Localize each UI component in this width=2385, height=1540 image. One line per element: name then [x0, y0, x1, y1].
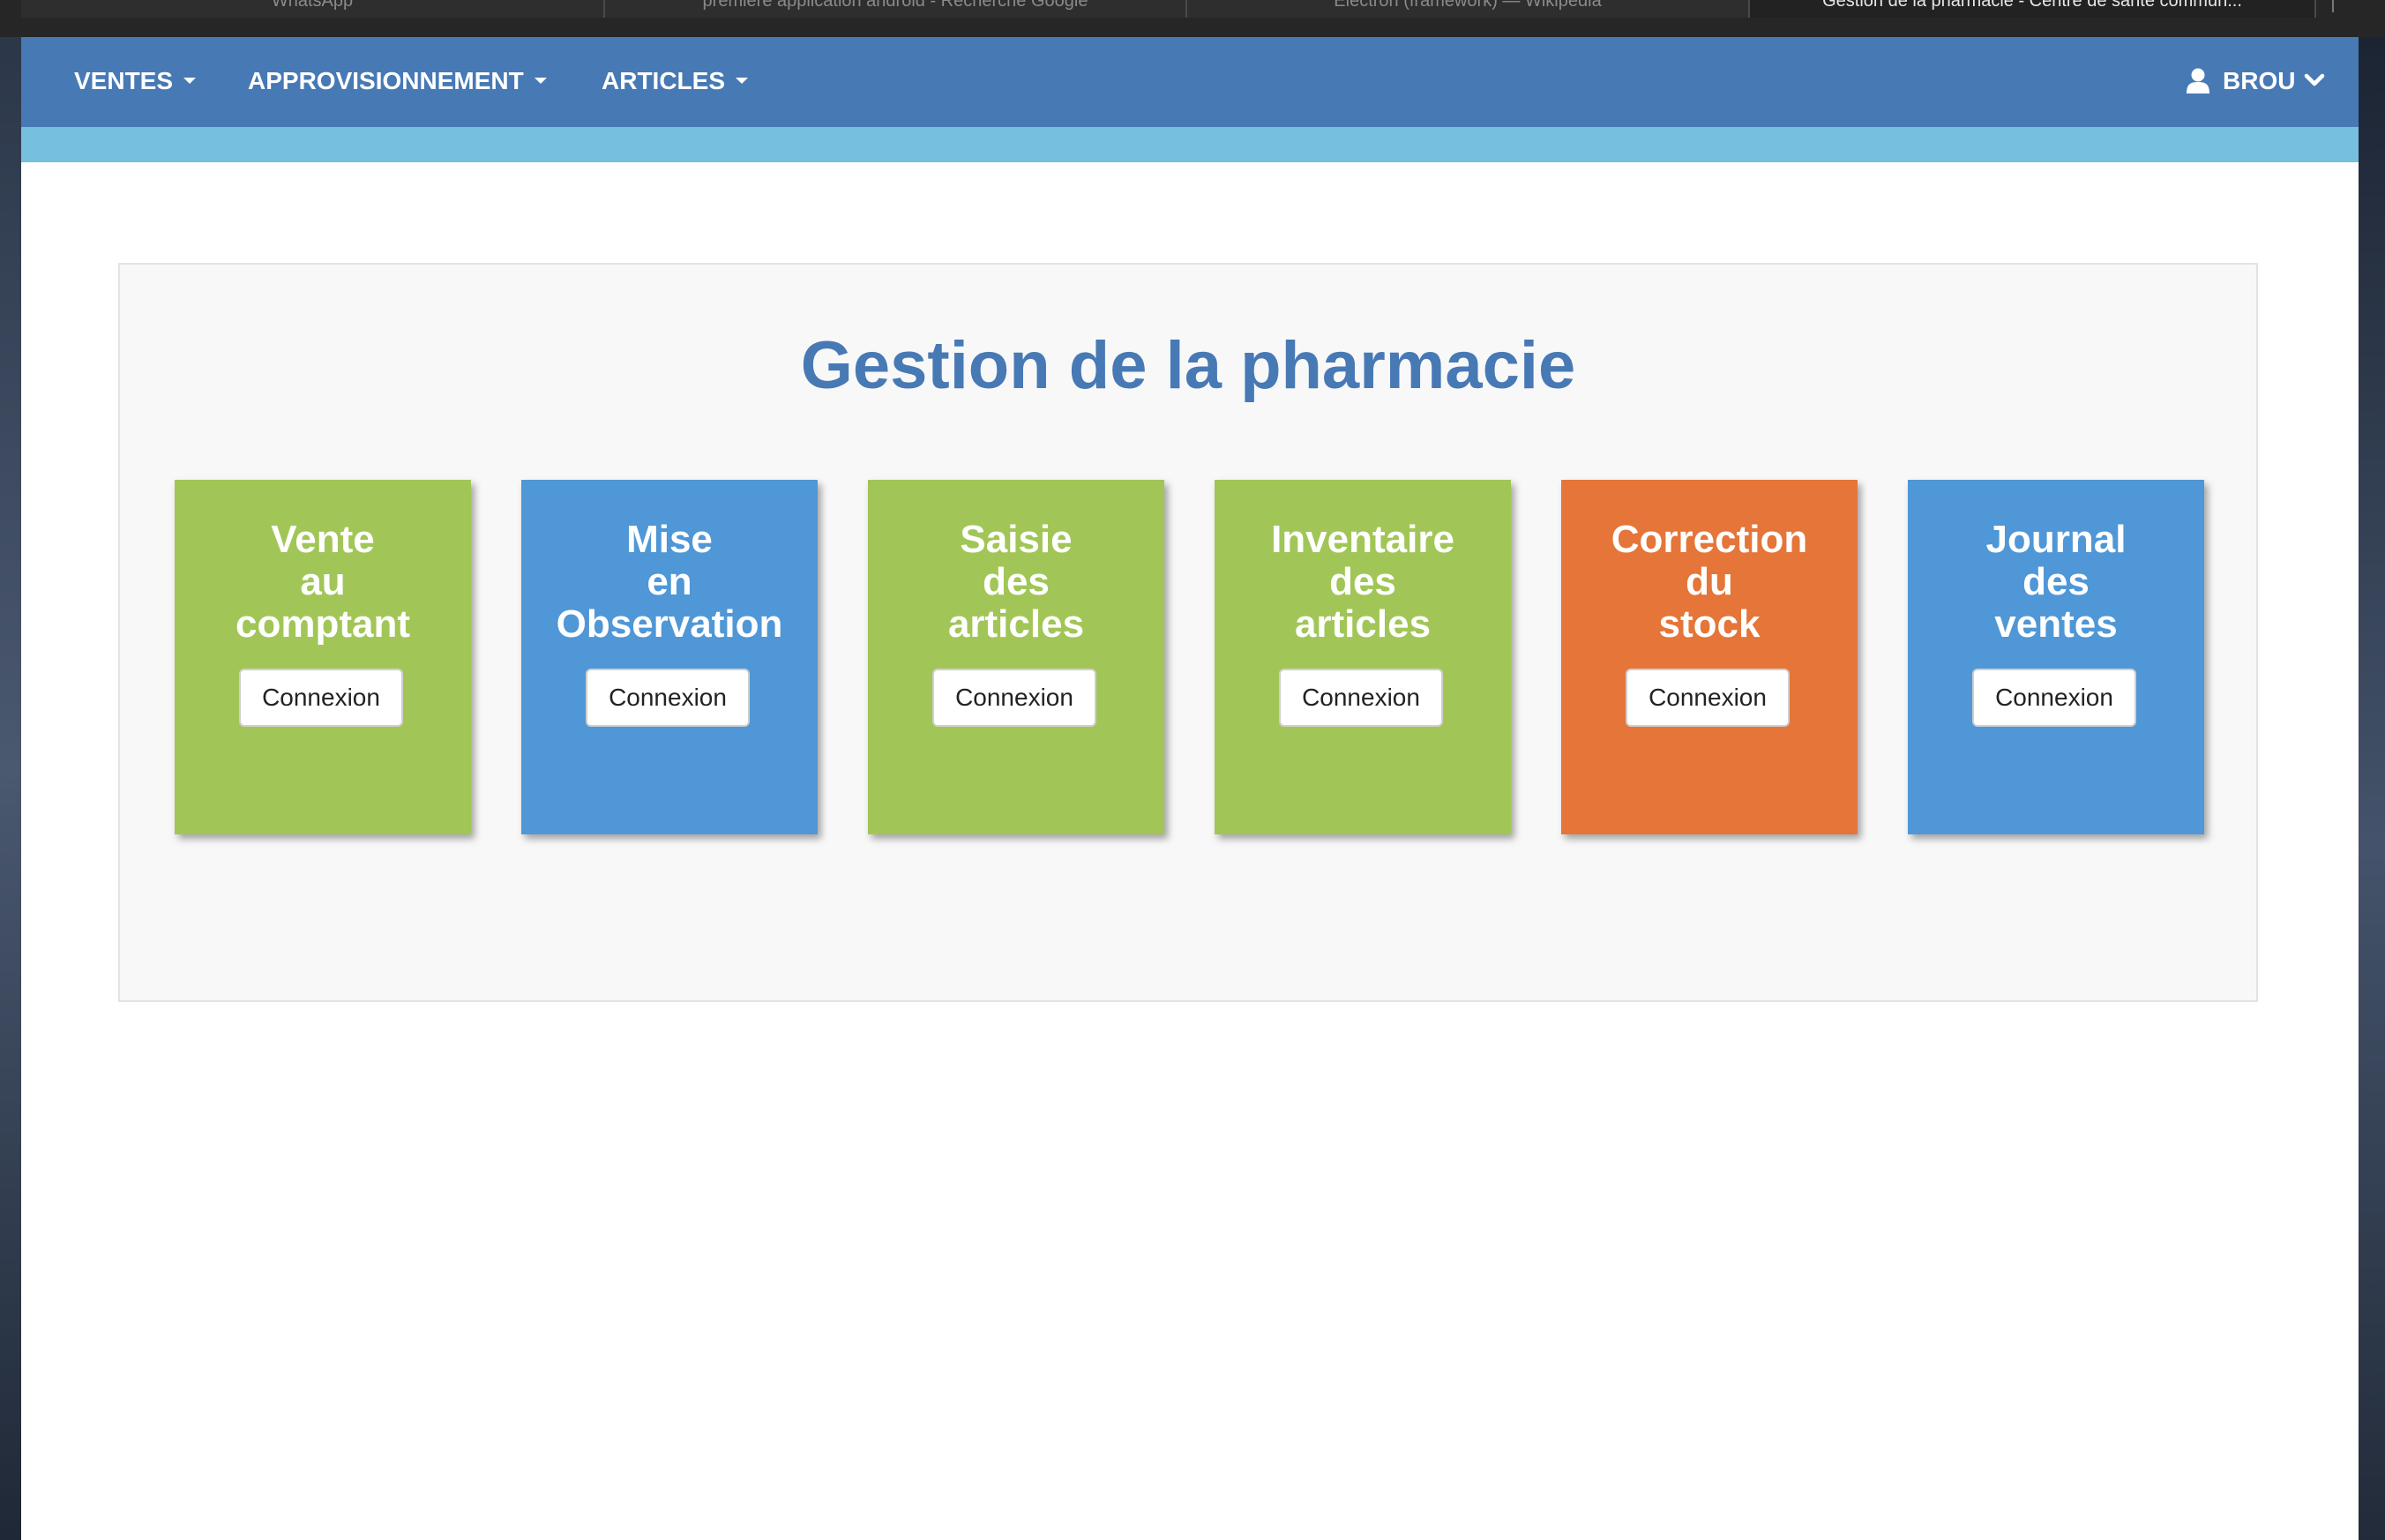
card-title: Vente au comptant — [175, 519, 471, 646]
connexion-button[interactable]: Connexion — [932, 669, 1096, 727]
card-title: Mise en Observation — [521, 519, 818, 646]
card-title-line: au — [300, 560, 346, 603]
card-correction-du-stock: Correction du stock Connexion — [1561, 480, 1858, 834]
user-icon — [2187, 68, 2209, 93]
card-title-line: des — [1329, 560, 1396, 603]
caret-down-icon — [736, 78, 748, 85]
card-title-line: comptant — [236, 602, 410, 646]
nav-menu-label: APPROVISIONNEMENT — [248, 67, 524, 94]
card-journal-des-ventes: Journal des ventes Connexion — [1908, 480, 2204, 834]
tab-label: première application android - Recherche… — [702, 0, 1088, 11]
card-title-line: Journal — [1985, 518, 2127, 561]
browser-tab-bar: WhatsApp première application android - … — [0, 0, 2385, 37]
browser-tab-pharmacie[interactable]: Gestion de la pharmacie - Centre de sant… — [1750, 0, 2316, 18]
card-title-line: Inventaire — [1271, 518, 1454, 561]
app-window: VENTES APPROVISIONNEMENT ARTICLES BROU G… — [21, 37, 2359, 1540]
card-title: Correction du stock — [1561, 519, 1858, 646]
card-title: Inventaire des articles — [1215, 519, 1511, 646]
desktop-background-right — [2359, 0, 2385, 1540]
connexion-button[interactable]: Connexion — [1626, 669, 1790, 727]
card-saisie-des-articles: Saisie des articles Connexion — [868, 480, 1164, 834]
tab-label: Electron (framework) — Wikipédia — [1334, 0, 1602, 11]
card-title-line: stock — [1658, 602, 1761, 646]
card-title-line: articles — [947, 602, 1085, 646]
nav-menu-ventes[interactable]: VENTES — [74, 66, 197, 96]
browser-tab-wikipedia[interactable]: Electron (framework) — Wikipédia — [1187, 0, 1750, 18]
card-vente-au-comptant: Vente au comptant Connexion — [175, 480, 471, 834]
chevron-down-icon — [2305, 73, 2325, 86]
card-title-line: articles — [1294, 602, 1432, 646]
desktop-background-left — [0, 0, 21, 1540]
main-panel: Gestion de la pharmacie Vente au comptan… — [118, 263, 2258, 1002]
card-title-line: du — [1686, 560, 1733, 603]
connexion-button[interactable]: Connexion — [586, 669, 750, 727]
caret-down-icon — [183, 78, 197, 85]
nav-menu-label: VENTES — [74, 67, 174, 94]
card-title-line: des — [2022, 560, 2090, 603]
card-title: Saisie des articles — [868, 519, 1164, 646]
card-title: Journal des ventes — [1908, 519, 2204, 646]
nav-menu-label: ARTICLES — [602, 67, 725, 94]
user-name: BROU — [2223, 67, 2296, 94]
caret-down-icon — [534, 78, 547, 85]
sub-navbar — [21, 127, 2359, 162]
connexion-button[interactable]: Connexion — [239, 669, 403, 727]
card-title-line: en — [647, 560, 692, 603]
page-title: Gestion de la pharmacie — [800, 328, 1576, 403]
card-title-line: Mise — [626, 518, 713, 561]
tab-label: WhatsApp — [271, 0, 354, 11]
card-title-line: Saisie — [960, 518, 1073, 561]
top-navbar: VENTES APPROVISIONNEMENT ARTICLES BROU — [21, 37, 2359, 127]
connexion-button[interactable]: Connexion — [1972, 669, 2136, 727]
browser-tab-whatsapp[interactable]: WhatsApp — [21, 0, 605, 18]
card-title-line: des — [983, 560, 1050, 603]
card-title-line: ventes — [1994, 602, 2118, 646]
card-title-line: Observation — [556, 602, 783, 646]
card-inventaire-des-articles: Inventaire des articles Connexion — [1215, 480, 1511, 834]
browser-tab-google-search[interactable]: première application android - Recherche… — [605, 0, 1187, 18]
nav-menu-approvisionnement[interactable]: APPROVISIONNEMENT — [248, 66, 547, 96]
card-mise-en-observation: Mise en Observation Connexion — [521, 480, 818, 834]
nav-menu-articles[interactable]: ARTICLES — [602, 66, 748, 96]
card-title-line: Correction — [1611, 518, 1808, 561]
connexion-button[interactable]: Connexion — [1279, 669, 1443, 727]
user-menu[interactable]: BROU — [2186, 66, 2325, 96]
card-title-line: Vente — [271, 518, 375, 561]
tab-label: Gestion de la pharmacie - Centre de sant… — [1822, 0, 2242, 11]
tab-separator — [2332, 0, 2334, 12]
